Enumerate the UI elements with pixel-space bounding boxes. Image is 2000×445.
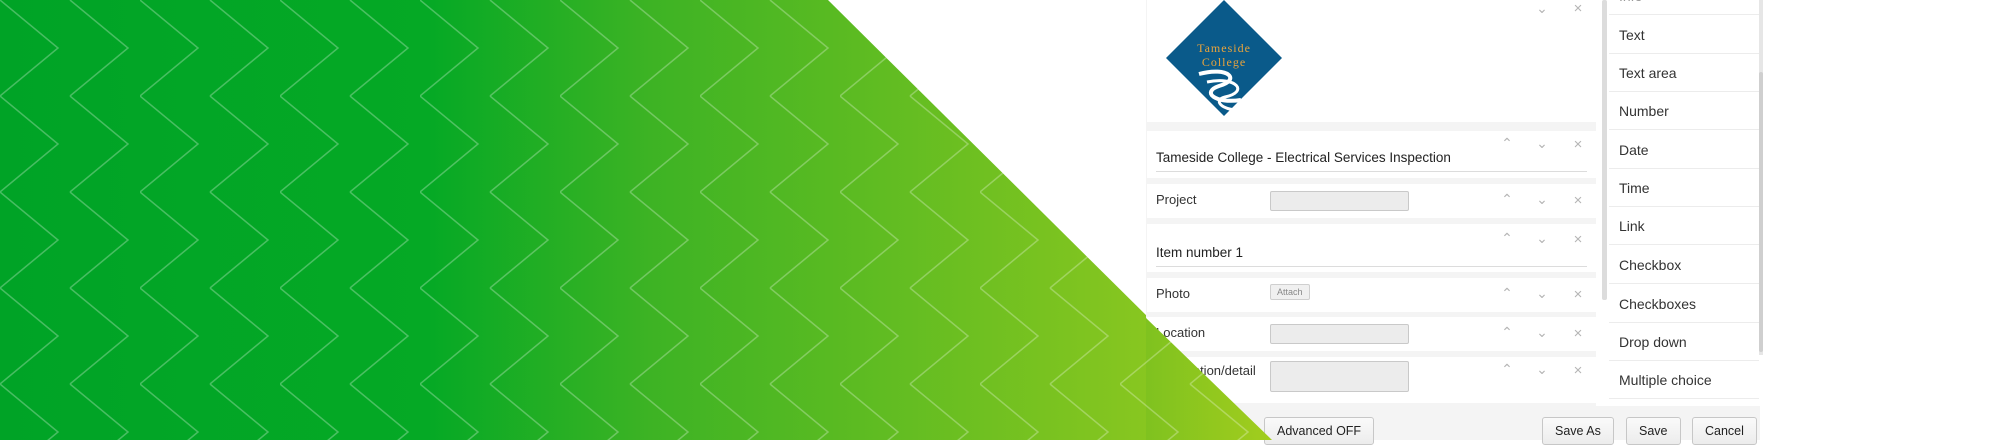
green-diagonal-overlay — [1146, 318, 1272, 440]
